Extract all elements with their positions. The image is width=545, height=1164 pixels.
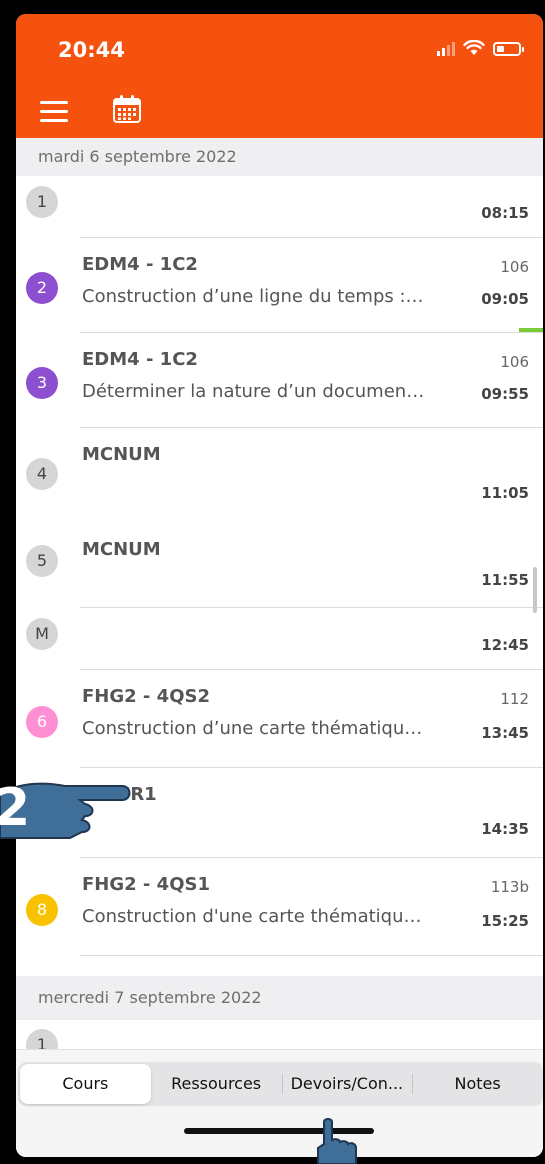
lesson-time: 15:25	[481, 912, 529, 930]
lesson-time: 11:55	[481, 571, 529, 589]
tab-notes[interactable]: Notes	[412, 1064, 543, 1104]
lesson-topic: Construction d’une ligne du temps : e...	[82, 286, 427, 307]
lesson-number-badge: 1	[26, 1029, 58, 1049]
lesson-topic: Déterminer la nature d’un document (...	[82, 381, 427, 402]
lesson-subject: EDM4 - 1C2	[82, 254, 198, 275]
lesson-row[interactable]: 6 FHG2 - 4QS2 112 Construction d’une car…	[16, 670, 543, 768]
lesson-row[interactable]: 5 MCNUM 11:55	[16, 523, 543, 608]
lesson-subject: FHG2 - 4QS1	[82, 874, 210, 895]
lesson-subject: ...PUR1	[82, 784, 157, 805]
lesson-row[interactable]: M 12:45	[16, 608, 543, 670]
lesson-time: 09:05	[481, 290, 529, 308]
lesson-time: 11:05	[481, 484, 529, 502]
tab-ressources[interactable]: Ressources	[151, 1064, 282, 1104]
lesson-room: 112	[500, 690, 529, 708]
lesson-row[interactable]: 4 MCNUM 11:05	[16, 428, 543, 523]
lesson-time: 12:45	[481, 636, 529, 654]
lesson-room: 106	[500, 353, 529, 371]
lesson-number-badge: 8	[26, 894, 58, 926]
lesson-row[interactable]: 8 FHG2 - 4QS1 113b Construction d'une ca…	[16, 858, 543, 956]
lesson-number-badge: 3	[26, 367, 58, 399]
wifi-icon	[463, 40, 485, 55]
tab-cours[interactable]: Cours	[20, 1064, 151, 1104]
date-header: mardi 6 septembre 2022	[16, 138, 543, 176]
lesson-subject: MCNUM	[82, 539, 161, 560]
lesson-number-badge: 4	[26, 458, 58, 490]
lesson-number-badge: 5	[26, 545, 58, 577]
status-time: 20:44	[58, 38, 125, 62]
current-time-indicator	[519, 328, 543, 332]
lesson-row[interactable]: 1 08:15	[16, 176, 543, 238]
lesson-time: 09:55	[481, 385, 529, 403]
date-header: mercredi 7 septembre 2022	[16, 976, 543, 1020]
hamburger-menu-icon[interactable]	[40, 101, 68, 123]
lunch-badge: M	[26, 618, 58, 650]
app-header: 20:44	[16, 14, 543, 138]
lesson-row[interactable]: 1	[16, 1020, 543, 1049]
bottom-tab-bar: Cours Ressources Devoirs/Con... Notes	[16, 1049, 543, 1157]
lesson-row[interactable]: 7 ...PUR1 14:35	[16, 768, 543, 858]
lesson-topic: Construction d'une carte thématique (...	[82, 906, 427, 927]
status-icons	[437, 40, 524, 56]
scrollbar[interactable]	[533, 567, 537, 613]
lesson-row[interactable]: 3 EDM4 - 1C2 106 Déterminer la nature d’…	[16, 333, 543, 428]
lesson-time: 08:15	[481, 204, 529, 222]
calendar-icon[interactable]	[112, 94, 142, 124]
signal-icon	[437, 42, 455, 56]
lesson-topic: Construction d’une carte thématique :...	[82, 718, 427, 739]
lesson-number-badge: 6	[26, 706, 58, 738]
lesson-subject: FHG2 - 4QS2	[82, 686, 210, 707]
lesson-number-badge: 7	[26, 806, 58, 838]
home-indicator[interactable]	[184, 1128, 374, 1134]
lesson-room: 106	[500, 258, 529, 276]
lesson-subject: EDM4 - 1C2	[82, 349, 198, 370]
battery-icon	[493, 42, 524, 56]
segmented-control: Cours Ressources Devoirs/Con... Notes	[18, 1062, 543, 1106]
lesson-room: 113b	[490, 878, 529, 896]
lesson-number-badge: 1	[26, 186, 58, 218]
lesson-row[interactable]: 2 EDM4 - 1C2 106 Construction d’une lign…	[16, 238, 543, 333]
tab-devoirs[interactable]: Devoirs/Con...	[281, 1064, 413, 1104]
app-screen: 20:44 mardi 6 septembre 2022 1 08:15 2 E…	[16, 14, 543, 1157]
lesson-time: 13:45	[481, 724, 529, 742]
lesson-time: 14:35	[481, 820, 529, 838]
lesson-number-badge: 2	[26, 272, 58, 304]
lesson-subject: MCNUM	[82, 444, 161, 465]
